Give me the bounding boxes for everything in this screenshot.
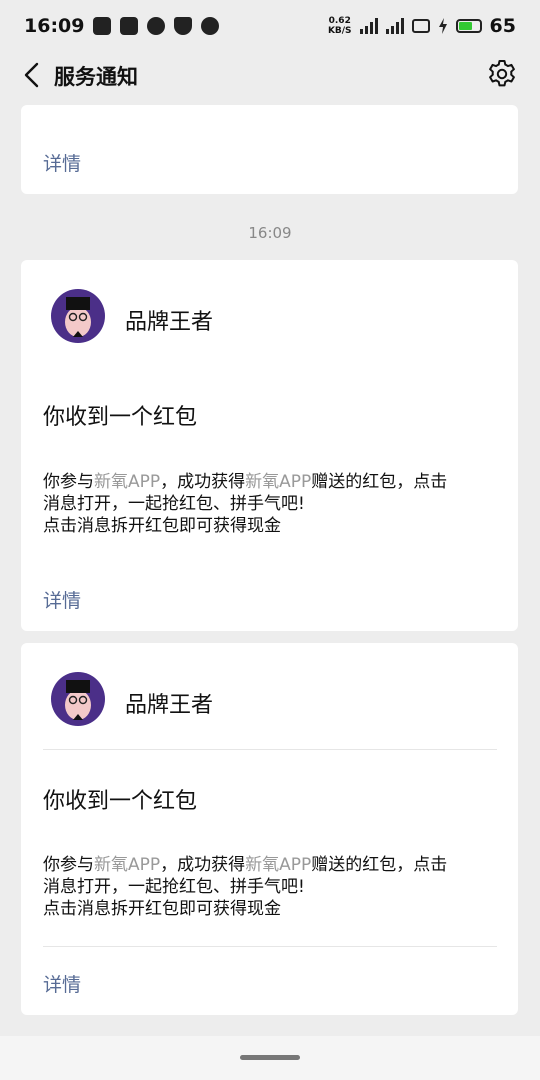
message-card[interactable]: 品牌王者 你收到一个红包 你参与新氧APP，成功获得新氧APP赠送的红包，点击 … bbox=[21, 643, 518, 1015]
sender-name: 品牌王者 bbox=[125, 693, 214, 718]
detail-link[interactable]: 详情 bbox=[43, 149, 81, 176]
shield-icon bbox=[174, 17, 193, 35]
sos-icon bbox=[201, 17, 220, 35]
navigation-bar bbox=[0, 1036, 540, 1080]
message-title: 你收到一个红包 bbox=[43, 789, 198, 814]
home-indicator[interactable] bbox=[240, 1055, 300, 1060]
battery-icon bbox=[455, 19, 482, 33]
status-bar: 16:09 0.62 KB/S 65 bbox=[0, 0, 540, 52]
page-title: 服务通知 bbox=[54, 65, 138, 89]
detail-link[interactable]: 详情 bbox=[43, 586, 81, 613]
body-line-3: 点击消息拆开红包即可获得现金 bbox=[43, 899, 281, 919]
hd-icon bbox=[411, 19, 430, 33]
body-text: 赠送的红包，点击 bbox=[311, 855, 448, 875]
body-line-2: 消息打开，一起抢红包、拼手气吧! bbox=[43, 877, 305, 897]
net-speed: 0.62 KB/S bbox=[328, 16, 352, 36]
body-text: ，成功获得 bbox=[160, 472, 246, 492]
status-time: 16:09 bbox=[24, 15, 85, 37]
message-card[interactable]: 详情 bbox=[21, 105, 518, 194]
app-name: 新氧APP bbox=[245, 855, 312, 875]
notification-icon bbox=[93, 17, 112, 35]
chevron-left-icon[interactable] bbox=[18, 60, 48, 90]
body-line-1: 你参与新氧APP，成功获得新氧APP赠送的红包，点击 bbox=[43, 854, 503, 876]
detail-link[interactable]: 详情 bbox=[43, 970, 81, 997]
app-name: 新氧APP bbox=[245, 472, 312, 492]
battery-level: 65 bbox=[489, 15, 516, 37]
sender-name: 品牌王者 bbox=[125, 310, 214, 335]
avatar bbox=[51, 672, 105, 726]
message-card[interactable]: 品牌王者 你收到一个红包 你参与新氧APP，成功获得新氧APP赠送的红包，点击 … bbox=[21, 260, 518, 631]
net-speed-unit: KB/S bbox=[327, 26, 352, 36]
body-text: 你参与 bbox=[43, 472, 94, 492]
divider bbox=[43, 749, 497, 750]
charging-icon bbox=[438, 18, 447, 34]
signal-4g-icon bbox=[359, 18, 378, 34]
app-name: 新氧APP bbox=[94, 472, 161, 492]
app-name: 新氧APP bbox=[94, 855, 161, 875]
title-bar: 服务通知 bbox=[0, 52, 540, 98]
body-line-1: 你参与新氧APP，成功获得新氧APP赠送的红包，点击 bbox=[43, 471, 503, 493]
divider bbox=[43, 946, 497, 947]
body-line-2: 消息打开，一起抢红包、拼手气吧! bbox=[43, 494, 305, 514]
gear-icon[interactable] bbox=[486, 58, 518, 90]
status-right: 0.62 KB/S 65 bbox=[328, 15, 516, 37]
body-text: ，成功获得 bbox=[160, 855, 246, 875]
message-timestamp: 16:09 bbox=[248, 224, 292, 242]
net-speed-value: 0.62 bbox=[328, 16, 351, 26]
message-title: 你收到一个红包 bbox=[43, 405, 198, 430]
body-line-3: 点击消息拆开红包即可获得现金 bbox=[43, 516, 281, 536]
message-body: 你参与新氧APP，成功获得新氧APP赠送的红包，点击 消息打开，一起抢红包、拼手… bbox=[43, 471, 503, 537]
body-text: 你参与 bbox=[43, 855, 94, 875]
signal-4g2-icon bbox=[385, 18, 404, 34]
status-left: 16:09 bbox=[24, 15, 220, 37]
chat-icon bbox=[147, 17, 166, 35]
avatar bbox=[51, 289, 105, 343]
message-body: 你参与新氧APP，成功获得新氧APP赠送的红包，点击 消息打开，一起抢红包、拼手… bbox=[43, 854, 503, 920]
hash-icon bbox=[120, 17, 139, 35]
body-text: 赠送的红包，点击 bbox=[311, 472, 448, 492]
